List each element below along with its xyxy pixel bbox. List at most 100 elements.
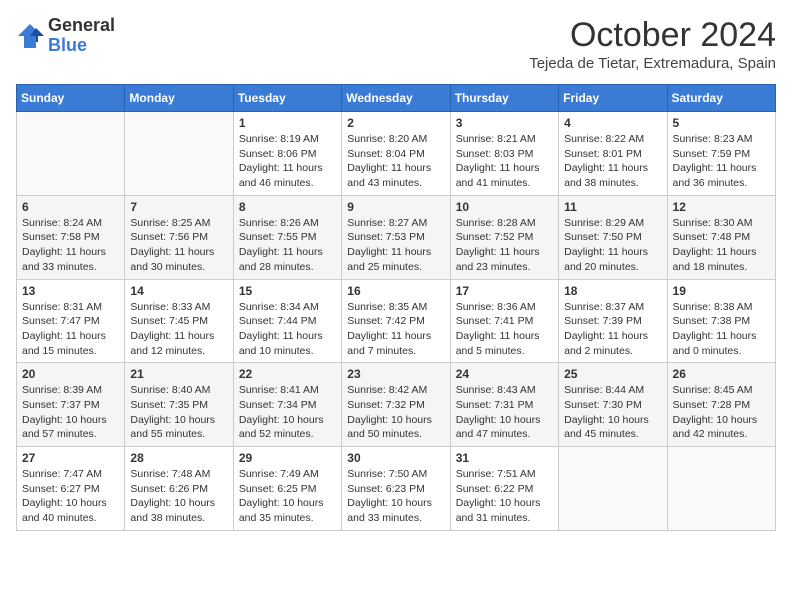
day-info: Sunrise: 8:22 AMSunset: 8:01 PMDaylight:… (564, 132, 661, 191)
day-number: 31 (456, 451, 553, 465)
day-info: Sunrise: 8:26 AMSunset: 7:55 PMDaylight:… (239, 216, 336, 275)
calendar-cell: 26Sunrise: 8:45 AMSunset: 7:28 PMDayligh… (667, 363, 775, 447)
day-number: 14 (130, 284, 227, 298)
weekday-header-sunday: Sunday (17, 85, 125, 112)
day-info: Sunrise: 7:49 AMSunset: 6:25 PMDaylight:… (239, 467, 336, 526)
day-number: 18 (564, 284, 661, 298)
day-number: 16 (347, 284, 444, 298)
day-info: Sunrise: 8:35 AMSunset: 7:42 PMDaylight:… (347, 300, 444, 359)
calendar-cell: 24Sunrise: 8:43 AMSunset: 7:31 PMDayligh… (450, 363, 558, 447)
calendar-cell (17, 112, 125, 196)
calendar-cell: 20 Sunrise: 8:39 AMSunset: 7:37 PMDayligh… (17, 363, 125, 447)
calendar-cell: 5 Sunrise: 8:23 AMSunset: 7:59 PMDaylight… (667, 112, 775, 196)
day-info: Sunrise: 8:27 AMSunset: 7:53 PMDaylight:… (347, 216, 444, 275)
calendar-cell: 9Sunrise: 8:27 AMSunset: 7:53 PMDaylight… (342, 195, 450, 279)
title-block: October 2024 Tejeda de Tietar, Extremadu… (529, 16, 776, 72)
day-info: Sunrise: 8:45 AMSunset: 7:28 PMDaylight:… (673, 383, 770, 442)
day-number: 1 (239, 116, 336, 130)
logo-icon (16, 22, 44, 50)
day-number: 25 (564, 367, 661, 381)
calendar-cell: 31 Sunrise: 7:51 AMSunset: 6:22 PMDayligh… (450, 447, 558, 531)
day-number: 19 (673, 284, 770, 298)
calendar-cell: 7 Sunrise: 8:25 AMSunset: 7:56 PMDaylight… (125, 195, 233, 279)
calendar-table: SundayMondayTuesdayWednesdayThursdayFrid… (16, 84, 776, 531)
day-info: Sunrise: 8:20 AMSunset: 8:04 PMDaylight:… (347, 132, 444, 191)
day-info: Sunrise: 8:39 AMSunset: 7:37 PMDaylight:… (22, 383, 119, 442)
day-info: Sunrise: 8:42 AMSunset: 7:32 PMDaylight:… (347, 383, 444, 442)
day-info: Sunrise: 8:44 AMSunset: 7:30 PMDaylight:… (564, 383, 661, 442)
weekday-header-row: SundayMondayTuesdayWednesdayThursdayFrid… (17, 85, 776, 112)
day-number: 7 (130, 200, 227, 214)
calendar-cell: 17 Sunrise: 8:36 AMSunset: 7:41 PMDayligh… (450, 279, 558, 363)
day-number: 27 (22, 451, 119, 465)
page-header: General Blue October 2024 Tejeda de Tiet… (16, 16, 776, 72)
day-number: 22 (239, 367, 336, 381)
day-info: Sunrise: 8:28 AMSunset: 7:52 PMDaylight:… (456, 216, 553, 275)
calendar-cell: 3 Sunrise: 8:21 AMSunset: 8:03 PMDaylight… (450, 112, 558, 196)
day-number: 29 (239, 451, 336, 465)
day-number: 30 (347, 451, 444, 465)
day-info: Sunrise: 8:36 AMSunset: 7:41 PMDaylight:… (456, 300, 553, 359)
calendar-cell: 2 Sunrise: 8:20 AMSunset: 8:04 PMDaylight… (342, 112, 450, 196)
day-info: Sunrise: 8:30 AMSunset: 7:48 PMDaylight:… (673, 216, 770, 275)
day-info: Sunrise: 8:24 AMSunset: 7:58 PMDaylight:… (22, 216, 119, 275)
weekday-header-friday: Friday (559, 85, 667, 112)
day-info: Sunrise: 8:23 AMSunset: 7:59 PMDaylight:… (673, 132, 770, 191)
day-number: 6 (22, 200, 119, 214)
day-info: Sunrise: 8:38 AMSunset: 7:38 PMDaylight:… (673, 300, 770, 359)
calendar-cell: 6 Sunrise: 8:24 AMSunset: 7:58 PMDaylight… (17, 195, 125, 279)
calendar-cell: 29 Sunrise: 7:49 AMSunset: 6:25 PMDayligh… (233, 447, 341, 531)
weekday-header-monday: Monday (125, 85, 233, 112)
day-number: 4 (564, 116, 661, 130)
calendar-cell: 4 Sunrise: 8:22 AMSunset: 8:01 PMDaylight… (559, 112, 667, 196)
weekday-header-thursday: Thursday (450, 85, 558, 112)
day-info: Sunrise: 8:37 AMSunset: 7:39 PMDaylight:… (564, 300, 661, 359)
day-number: 11 (564, 200, 661, 214)
day-info: Sunrise: 7:50 AMSunset: 6:23 PMDaylight:… (347, 467, 444, 526)
logo: General Blue (16, 16, 115, 56)
day-number: 23 (347, 367, 444, 381)
calendar-cell: 19 Sunrise: 8:38 AMSunset: 7:38 PMDayligh… (667, 279, 775, 363)
day-number: 8 (239, 200, 336, 214)
day-info: Sunrise: 7:48 AMSunset: 6:26 PMDaylight:… (130, 467, 227, 526)
calendar-cell: 16 Sunrise: 8:35 AMSunset: 7:42 PMDayligh… (342, 279, 450, 363)
day-number: 21 (130, 367, 227, 381)
day-info: Sunrise: 7:51 AMSunset: 6:22 PMDaylight:… (456, 467, 553, 526)
calendar-cell: 18 Sunrise: 8:37 AMSunset: 7:39 PMDayligh… (559, 279, 667, 363)
calendar-cell: 30 Sunrise: 7:50 AMSunset: 6:23 PMDayligh… (342, 447, 450, 531)
calendar-cell: 8 Sunrise: 8:26 AMSunset: 7:55 PMDaylight… (233, 195, 341, 279)
weekday-header-tuesday: Tuesday (233, 85, 341, 112)
calendar-cell: 12 Sunrise: 8:30 AMSunset: 7:48 PMDayligh… (667, 195, 775, 279)
day-number: 2 (347, 116, 444, 130)
week-row-5: 27Sunrise: 7:47 AMSunset: 6:27 PMDayligh… (17, 447, 776, 531)
day-info: Sunrise: 8:40 AMSunset: 7:35 PMDaylight:… (130, 383, 227, 442)
day-info: Sunrise: 8:21 AMSunset: 8:03 PMDaylight:… (456, 132, 553, 191)
calendar-cell: 28 Sunrise: 7:48 AMSunset: 6:26 PMDayligh… (125, 447, 233, 531)
week-row-3: 13Sunrise: 8:31 AMSunset: 7:47 PMDayligh… (17, 279, 776, 363)
calendar-cell: 10 Sunrise: 8:28 AMSunset: 7:52 PMDayligh… (450, 195, 558, 279)
calendar-cell: 13Sunrise: 8:31 AMSunset: 7:47 PMDayligh… (17, 279, 125, 363)
calendar-cell (667, 447, 775, 531)
day-number: 5 (673, 116, 770, 130)
day-number: 3 (456, 116, 553, 130)
day-info: Sunrise: 8:29 AMSunset: 7:50 PMDaylight:… (564, 216, 661, 275)
day-number: 28 (130, 451, 227, 465)
weekday-header-wednesday: Wednesday (342, 85, 450, 112)
day-number: 20 (22, 367, 119, 381)
calendar-cell: 11 Sunrise: 8:29 AMSunset: 7:50 PMDayligh… (559, 195, 667, 279)
day-number: 15 (239, 284, 336, 298)
day-info: Sunrise: 8:31 AMSunset: 7:47 PMDaylight:… (22, 300, 119, 359)
day-info: Sunrise: 8:19 AMSunset: 8:06 PMDaylight:… (239, 132, 336, 191)
calendar-cell: 23 Sunrise: 8:42 AMSunset: 7:32 PMDayligh… (342, 363, 450, 447)
day-info: Sunrise: 8:25 AMSunset: 7:56 PMDaylight:… (130, 216, 227, 275)
day-info: Sunrise: 8:34 AMSunset: 7:44 PMDaylight:… (239, 300, 336, 359)
calendar-cell: 14Sunrise: 8:33 AMSunset: 7:45 PMDayligh… (125, 279, 233, 363)
calendar-cell: 25 Sunrise: 8:44 AMSunset: 7:30 PMDayligh… (559, 363, 667, 447)
day-number: 24 (456, 367, 553, 381)
day-number: 17 (456, 284, 553, 298)
day-number: 10 (456, 200, 553, 214)
day-info: Sunrise: 8:41 AMSunset: 7:34 PMDaylight:… (239, 383, 336, 442)
day-number: 12 (673, 200, 770, 214)
weekday-header-saturday: Saturday (667, 85, 775, 112)
location: Tejeda de Tietar, Extremadura, Spain (529, 55, 776, 72)
